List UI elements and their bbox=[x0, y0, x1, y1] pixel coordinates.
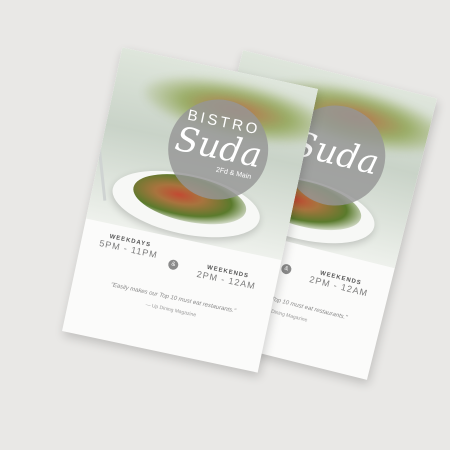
amp-badge: & bbox=[167, 258, 180, 271]
weekends-block: WEEKENDS 2PM - 12AM bbox=[294, 265, 385, 302]
fork bbox=[97, 140, 107, 201]
weekdays-block: WEEKDAYS 5PM - 11PM bbox=[88, 230, 170, 262]
weekends-block: WEEKENDS 2PM - 12AM bbox=[181, 260, 272, 294]
amp-badge: & bbox=[280, 263, 293, 276]
mockup-scene: Suda & WEEKENDS 2PM - 12AM "Easily makes… bbox=[0, 0, 450, 450]
